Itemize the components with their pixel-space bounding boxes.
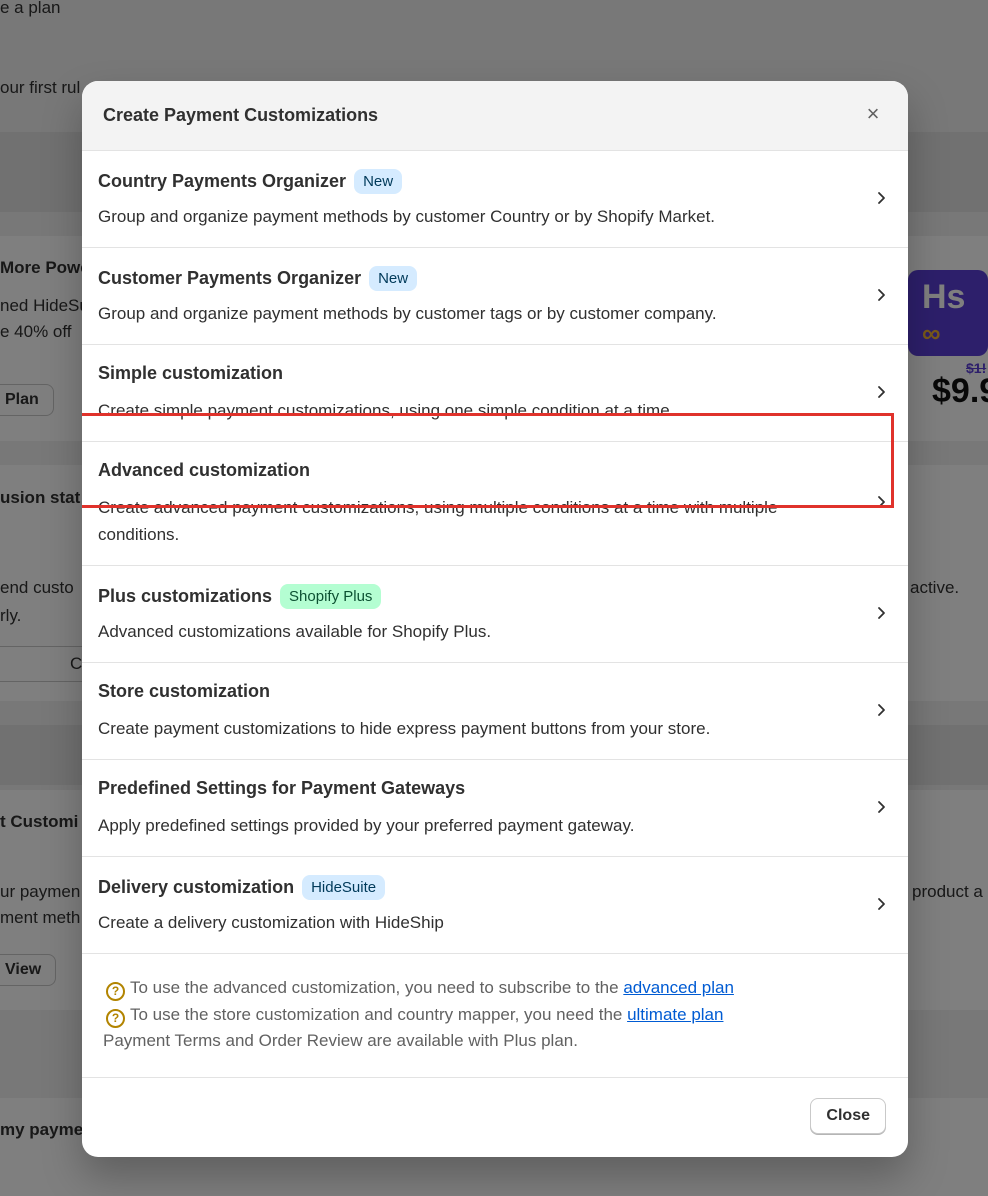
- shopify-plus-badge: Shopify Plus: [280, 584, 382, 609]
- list-item-country-payments-organizer[interactable]: Country Payments Organizer New Group and …: [82, 151, 908, 248]
- question-circle-icon: ?: [106, 1009, 125, 1028]
- list-item-plus-customizations[interactable]: Plus customizations Shopify Plus Advanced…: [82, 566, 908, 663]
- list-item-title: Country Payments Organizer New: [98, 169, 403, 194]
- chevron-right-icon: [876, 700, 888, 720]
- advanced-plan-link[interactable]: advanced plan: [623, 978, 734, 997]
- list-item-simple-customization[interactable]: Simple customization Create simple payme…: [82, 345, 908, 442]
- list-item-delivery-customization[interactable]: Delivery customization HideSuite Create a…: [82, 857, 908, 954]
- list-item-description: Create simple payment customizations, us…: [98, 401, 675, 420]
- chevron-right-icon: [876, 603, 888, 623]
- list-item-description: Create a delivery customization with Hid…: [98, 913, 444, 932]
- close-button[interactable]: Close: [810, 1098, 886, 1134]
- chevron-right-icon: [876, 894, 888, 914]
- list-item-description: Group and organize payment methods by cu…: [98, 207, 716, 226]
- list-item-description: Group and organize payment methods by cu…: [98, 304, 717, 323]
- list-item-advanced-customization[interactable]: Advanced customization Create advanced p…: [82, 442, 908, 566]
- plan-notes: ? To use the advanced customization, you …: [82, 954, 908, 1078]
- list-item-title: Simple customization: [98, 363, 284, 383]
- list-item-description: Advanced customizations available for Sh…: [98, 622, 492, 641]
- list-item-description: Create advanced payment customizations, …: [98, 498, 778, 544]
- note-advanced-plan: ? To use the advanced customization, you …: [106, 978, 734, 1001]
- create-payment-customizations-modal: Create Payment Customizations × Country …: [82, 81, 908, 1157]
- list-item-title: Predefined Settings for Payment Gateways: [98, 778, 466, 798]
- new-badge: New: [354, 169, 403, 194]
- list-item-predefined-settings[interactable]: Predefined Settings for Payment Gateways…: [82, 760, 908, 857]
- question-circle-icon: ?: [106, 982, 125, 1001]
- ultimate-plan-link[interactable]: ultimate plan: [627, 1005, 723, 1024]
- hidesuite-badge: HideSuite: [302, 875, 386, 900]
- list-item-title: Advanced customization: [98, 460, 311, 480]
- chevron-right-icon: [876, 797, 888, 817]
- list-item-title: Customer Payments Organizer New: [98, 266, 418, 291]
- list-item-title: Delivery customization HideSuite: [98, 875, 386, 900]
- chevron-right-icon: [876, 382, 888, 402]
- list-item-title: Store customization: [98, 681, 271, 701]
- close-icon[interactable]: ×: [862, 103, 884, 125]
- note-ultimate-plan: ? To use the store customization and coun…: [106, 1005, 723, 1028]
- customization-list: Country Payments Organizer New Group and …: [82, 151, 908, 954]
- list-item-description: Apply predefined settings provided by yo…: [98, 816, 635, 835]
- note-plus-plan: Payment Terms and Order Review are avail…: [103, 1031, 578, 1050]
- modal-header: Create Payment Customizations ×: [82, 81, 908, 151]
- new-badge: New: [369, 266, 418, 291]
- chevron-right-icon: [876, 285, 888, 305]
- chevron-right-icon: [876, 492, 888, 512]
- chevron-right-icon: [876, 188, 888, 208]
- modal-title: Create Payment Customizations: [103, 105, 379, 125]
- list-item-description: Create payment customizations to hide ex…: [98, 719, 711, 738]
- list-item-title: Plus customizations Shopify Plus: [98, 584, 382, 609]
- list-item-store-customization[interactable]: Store customization Create payment custo…: [82, 663, 908, 760]
- list-item-customer-payments-organizer[interactable]: Customer Payments Organizer New Group and…: [82, 248, 908, 345]
